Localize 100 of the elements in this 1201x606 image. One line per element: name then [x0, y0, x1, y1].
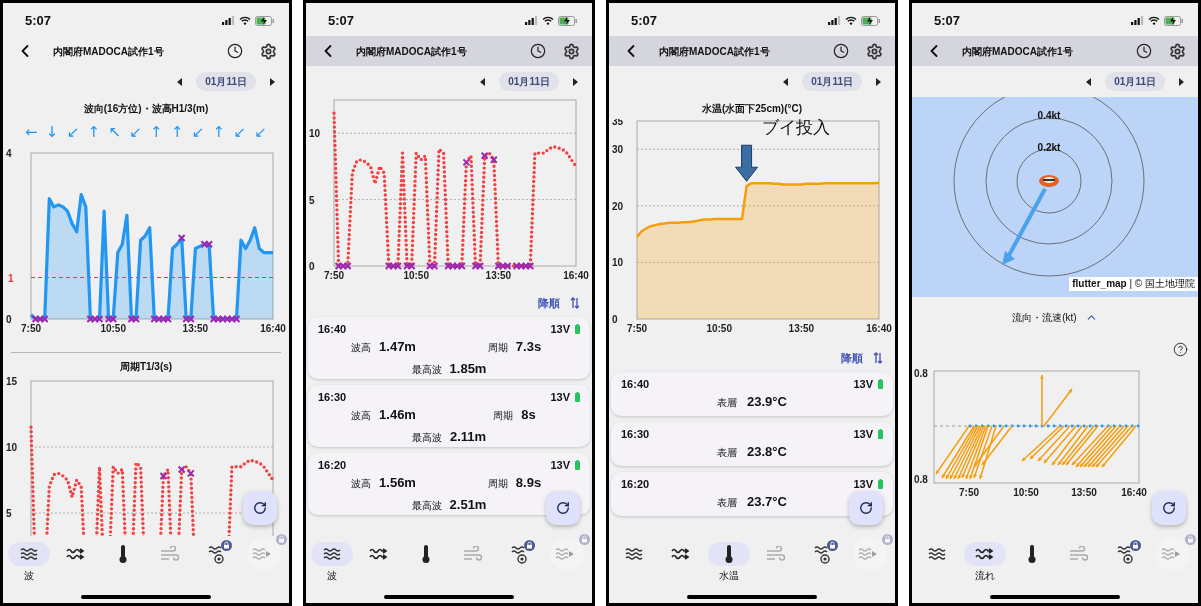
settings-icon[interactable]: [260, 42, 277, 60]
nav-tab[interactable]: 水温: [704, 538, 753, 583]
direction-arrow: ↙: [129, 124, 142, 140]
cross-marker: [186, 469, 195, 478]
axis-label: 30: [612, 144, 624, 156]
lock-badge-icon: [1129, 540, 1141, 551]
axis-label: 0: [612, 314, 618, 325]
wifi-icon: [845, 16, 857, 25]
history-icon[interactable]: [530, 43, 546, 59]
settings-icon[interactable]: [1169, 42, 1186, 60]
voltage: 13V: [550, 389, 570, 405]
direction-arrow: ←: [25, 124, 38, 140]
direction-arrow: ↑: [212, 124, 226, 140]
refresh-button[interactable]: [849, 491, 883, 525]
direction-arrow: ↙: [66, 124, 80, 140]
settings-icon[interactable]: [866, 42, 883, 60]
card-time: 16:30: [621, 426, 650, 442]
status-time: 5:07: [25, 11, 52, 30]
voltage: 13V: [550, 321, 570, 337]
axis-label: 16:40: [1121, 487, 1147, 498]
reading-label: 周期: [493, 409, 514, 424]
signal-icon: [1131, 16, 1144, 25]
direction-arrow: ↙: [254, 124, 267, 140]
wifi-icon: [1148, 16, 1160, 25]
voltage: 13V: [853, 476, 873, 492]
axis-label: 20: [612, 200, 624, 212]
signal-icon: [525, 16, 538, 25]
history-icon[interactable]: [227, 43, 243, 59]
screen-title: 内閣府MADOCA試作1号: [962, 44, 1074, 59]
axis-label: 7:50: [627, 323, 647, 334]
help-icon[interactable]: [1173, 341, 1188, 357]
next-day-icon[interactable]: [876, 77, 881, 86]
axis-label: 15: [6, 377, 18, 387]
reading-value: 2.51m: [449, 496, 487, 514]
reading-value: 1.85m: [449, 360, 487, 378]
waves-icon: [624, 546, 645, 562]
nav-tab[interactable]: 波: [308, 538, 356, 583]
previous-day-icon[interactable]: [783, 77, 789, 86]
settings-icon[interactable]: [563, 42, 580, 60]
signal-icon: [828, 16, 841, 25]
battery-icon: [878, 429, 883, 439]
reading-label: 周期: [487, 341, 508, 356]
previous-day-icon[interactable]: [177, 77, 183, 86]
cross-marker: [480, 151, 489, 160]
reading-value: 1.46m: [379, 406, 416, 425]
direction-arrow: ↑: [170, 124, 184, 140]
waves-icon: [322, 546, 342, 562]
cross-marker: [159, 472, 168, 481]
section-toggle[interactable]: 流向・流速(kt): [1012, 309, 1098, 325]
refresh-icon: [253, 501, 267, 515]
screen-title: 内閣府MADOCA試作1号: [659, 44, 771, 59]
history-icon[interactable]: [833, 43, 849, 59]
sort-button[interactable]: 降順: [538, 294, 580, 312]
date-button[interactable]: 01月11日: [196, 72, 256, 91]
battery-icon: [575, 324, 580, 334]
axis-label: 13:50: [788, 323, 815, 334]
next-day-icon[interactable]: [1179, 77, 1184, 86]
battery-icon: [878, 479, 883, 489]
axis-label: 16:40: [260, 323, 286, 334]
next-day-icon[interactable]: [573, 77, 578, 86]
reading-label: 波高: [351, 477, 372, 492]
axis-label: 5: [6, 508, 12, 519]
sort-icon: [570, 297, 580, 309]
reading-label: 表層: [717, 396, 738, 410]
waves-icon: [19, 546, 39, 562]
reading-value: 1.56m: [379, 474, 416, 493]
axis-label: 4: [6, 148, 12, 159]
nav-tab[interactable]: 流れ: [960, 538, 1009, 583]
direction-arrow: ↙: [233, 124, 246, 140]
direction-arrow: ↑: [150, 124, 163, 140]
sort-icon: [873, 352, 883, 364]
axis-label: 10: [612, 257, 624, 269]
sort-button[interactable]: 降順: [841, 349, 883, 367]
card-time: 16:40: [318, 321, 347, 337]
lock-badge-icon: [220, 540, 232, 551]
date-button[interactable]: 01月11日: [499, 72, 559, 91]
battery-icon: [878, 379, 883, 389]
reading-label: 最高波: [411, 363, 442, 377]
axis-label: 7:50: [324, 270, 344, 281]
screen-title: 内閣府MADOCA試作1号: [356, 44, 468, 59]
direction-arrow: ↓: [45, 124, 59, 140]
axis-label: 13:50: [1071, 487, 1097, 498]
history-icon[interactable]: [1136, 43, 1152, 59]
date-button[interactable]: 01月11日: [1105, 72, 1165, 91]
lock-badge-icon: [523, 540, 535, 551]
refresh-button[interactable]: [1152, 491, 1186, 525]
refresh-button[interactable]: [546, 491, 580, 525]
card-time: 16:30: [318, 389, 347, 405]
voltage: 13V: [853, 426, 873, 442]
refresh-button[interactable]: [243, 491, 277, 525]
previous-day-icon[interactable]: [480, 77, 486, 86]
nav-tab[interactable]: 波: [5, 538, 53, 583]
date-button[interactable]: 01月11日: [802, 72, 862, 91]
axis-label: 16:40: [866, 323, 892, 334]
next-day-icon[interactable]: [270, 77, 275, 86]
previous-day-icon[interactable]: [1086, 77, 1092, 86]
signal-icon: [222, 16, 235, 25]
reading-value: 23.7°C: [747, 493, 787, 511]
map-attribution[interactable]: flutter_map | © 国土地理院: [1069, 277, 1198, 291]
battery-icon: [575, 392, 580, 402]
